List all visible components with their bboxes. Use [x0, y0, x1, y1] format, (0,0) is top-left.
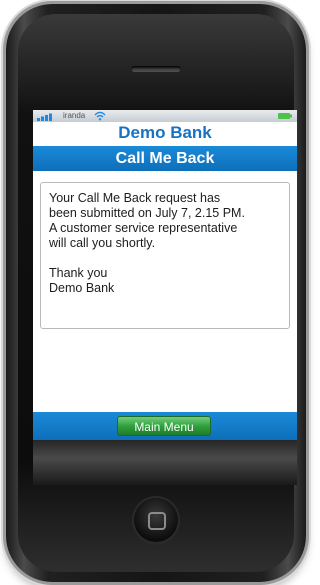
- message-line: A customer service representative: [49, 221, 238, 235]
- confirmation-message: Your Call Me Back request has been submi…: [49, 191, 281, 296]
- phone-screen: iranda Demo Bank Call Me Back Your Call …: [33, 110, 297, 485]
- signoff-line: Thank you: [49, 266, 108, 280]
- speaker-grille: [131, 66, 181, 72]
- signoff-line: Demo Bank: [49, 281, 115, 295]
- message-line: Your Call Me Back request has: [49, 191, 221, 205]
- bottom-toolbar: [33, 440, 297, 485]
- confirmation-message-box: Your Call Me Back request has been submi…: [40, 182, 290, 329]
- message-line: been submitted on July 7, 2.15 PM.: [49, 206, 245, 220]
- carrier-label: iranda: [63, 111, 86, 120]
- wifi-icon: [94, 111, 106, 121]
- home-button[interactable]: [134, 498, 178, 542]
- app-name: Demo Bank: [118, 123, 212, 142]
- footer-bar: Main Menu: [33, 412, 297, 440]
- home-button-icon: [148, 512, 166, 530]
- status-bar: iranda: [33, 110, 297, 122]
- page-title: Call Me Back: [33, 146, 297, 171]
- main-menu-button[interactable]: Main Menu: [117, 416, 211, 436]
- message-line: will call you shortly.: [49, 236, 156, 250]
- battery-icon: [278, 113, 292, 119]
- signal-icon: [37, 113, 52, 121]
